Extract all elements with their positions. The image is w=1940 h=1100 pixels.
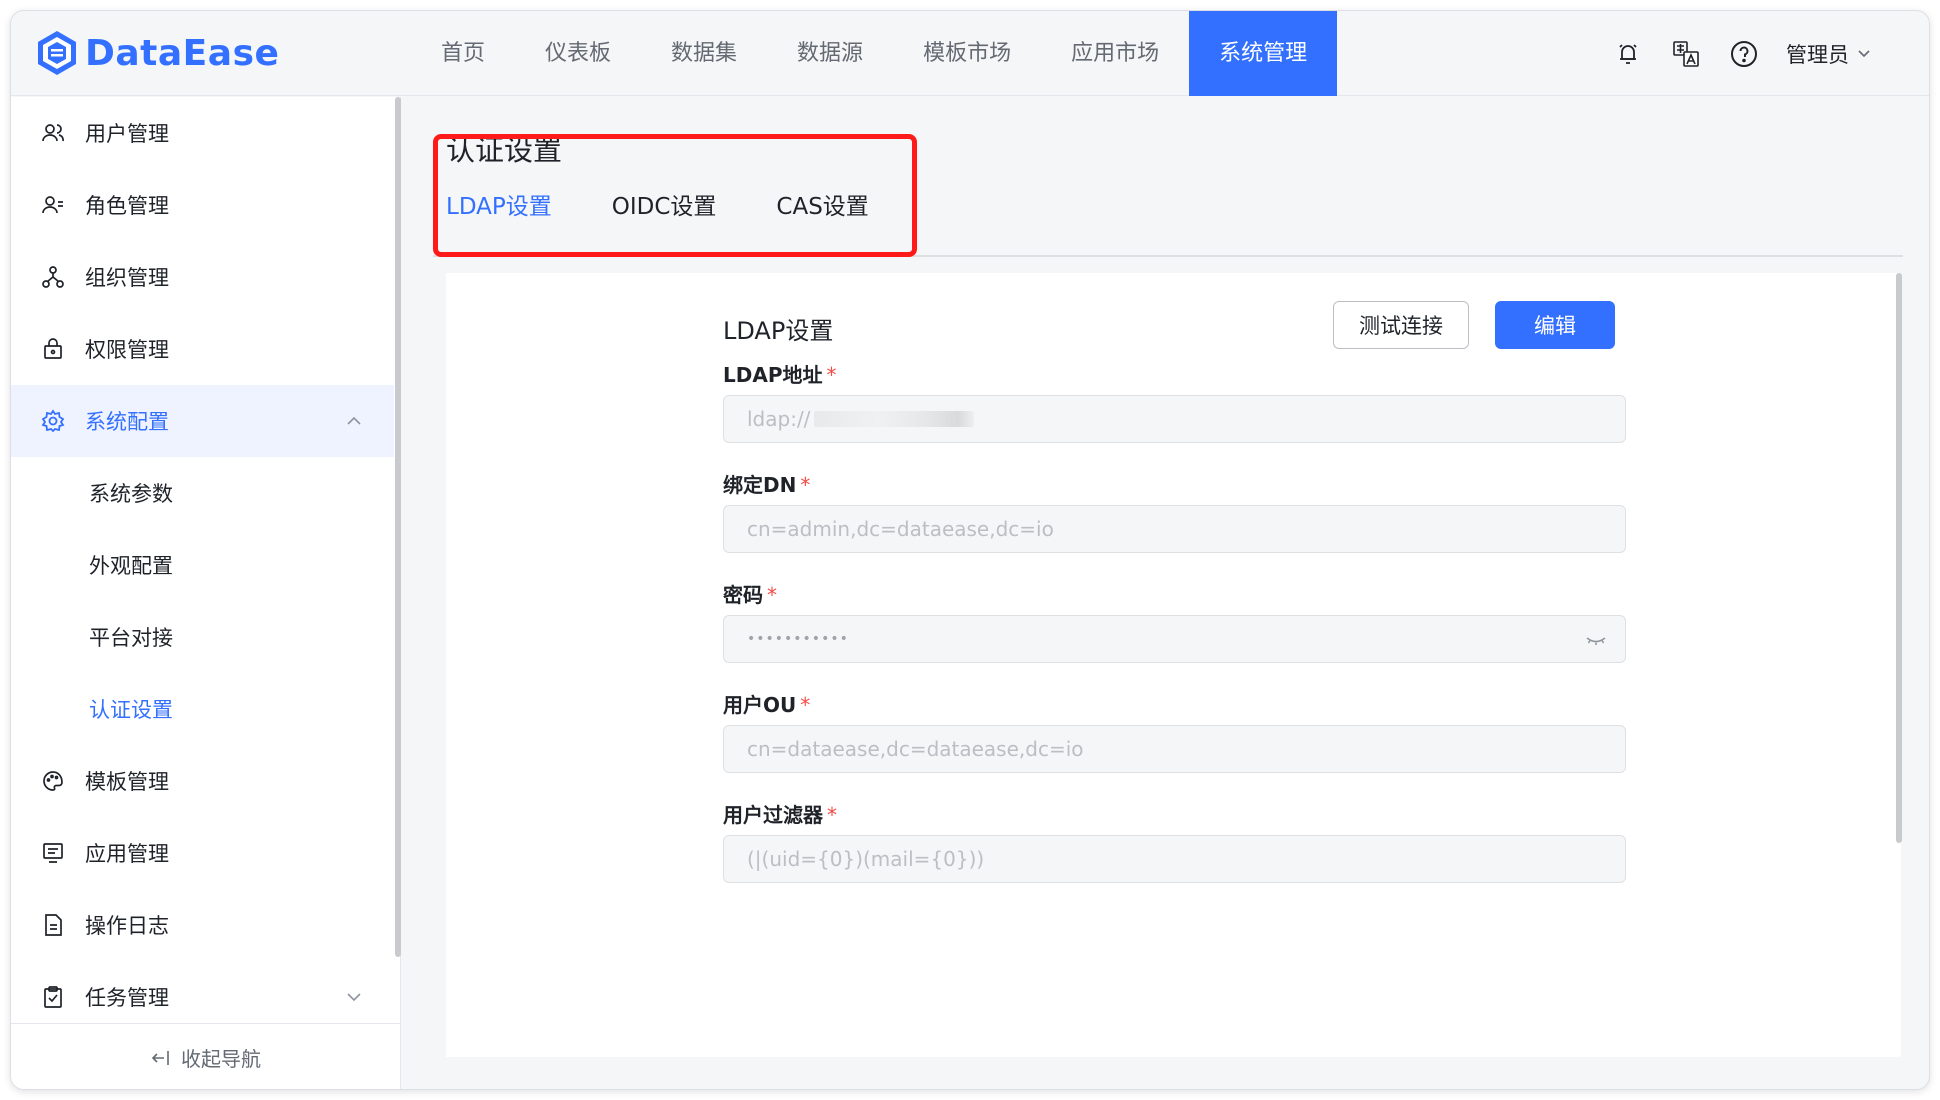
clipboard-icon <box>44 986 62 1008</box>
sidebar-item-app-management[interactable]: 应用管理 <box>11 817 394 889</box>
sidebar-item-operation-log[interactable]: 操作日志 <box>11 889 394 961</box>
nav-datasource[interactable]: 数据源 <box>767 11 893 96</box>
user-ou-input[interactable]: cn=dataease,dc=dataease,dc=io <box>723 725 1626 773</box>
main-nav: 首页 仪表板 数据集 数据源 模板市场 应用市场 系统管理 <box>411 11 1338 96</box>
chevron-down-icon <box>1858 49 1870 57</box>
dataease-logo-icon <box>38 31 76 75</box>
chevron-down-icon <box>347 993 361 1002</box>
header-actions: 管理员 <box>1612 11 1871 96</box>
password-input[interactable]: ••••••••••• <box>723 615 1626 663</box>
top-header: DataEase 首页 仪表板 数据集 数据源 模板市场 应用市场 系统管理 管… <box>11 11 1929 96</box>
org-icon <box>42 266 64 288</box>
ldap-address-input[interactable]: ldap:// <box>723 395 1626 443</box>
help-icon[interactable] <box>1728 38 1760 70</box>
user-ou-label: 用户OU * <box>723 693 811 717</box>
nav-dashboard[interactable]: 仪表板 <box>515 11 641 96</box>
sidebar-subitem-system-params[interactable]: 系统参数 <box>11 457 394 529</box>
sidebar-item-template-management[interactable]: 模板管理 <box>11 745 394 817</box>
user-icon <box>42 124 64 142</box>
sidebar-subitem-auth-settings[interactable]: 认证设置 <box>11 673 394 745</box>
logo[interactable]: DataEase <box>35 25 279 81</box>
bind-dn-label: 绑定DN * <box>723 473 811 497</box>
monitor-icon <box>43 843 63 863</box>
ldap-address-label: LDAP地址 * <box>723 363 837 387</box>
gear-icon <box>41 409 65 433</box>
log-icon <box>45 914 62 936</box>
sidebar: 用户管理 角色管理 组织管理 权限管理 系统配置 系统参数 外观配置 平台对接 … <box>11 97 401 1089</box>
tab-oidc[interactable]: OIDC设置 <box>612 187 717 227</box>
nav-dataset[interactable]: 数据集 <box>641 11 767 96</box>
eye-hidden-icon[interactable] <box>1585 630 1607 650</box>
main-content: 认证设置 LDAP设置 OIDC设置 CAS设置 LDAP设置 测试连接 编辑 … <box>401 97 1929 1089</box>
lock-icon <box>44 338 62 359</box>
form-scrollbar[interactable] <box>1896 273 1902 843</box>
bell-icon[interactable] <box>1612 38 1644 70</box>
user-filter-label: 用户过滤器 * <box>723 803 837 827</box>
user-filter-input[interactable]: (|(uid={0})(mail={0})) <box>723 835 1626 883</box>
sidebar-item-role-management[interactable]: 角色管理 <box>11 169 394 241</box>
redacted-blur <box>814 411 975 427</box>
nav-home[interactable]: 首页 <box>411 11 515 96</box>
form-title: LDAP设置 <box>723 317 834 345</box>
sidebar-subitem-appearance[interactable]: 外观配置 <box>11 529 394 601</box>
collapse-label: 收起导航 <box>181 1047 261 1071</box>
sidebar-item-system-config[interactable]: 系统配置 <box>11 385 394 457</box>
collapse-nav-button[interactable]: 收起导航 <box>11 1023 401 1089</box>
translate-icon[interactable] <box>1670 38 1702 70</box>
sidebar-item-org-management[interactable]: 组织管理 <box>11 241 394 313</box>
tab-divider <box>433 255 1903 257</box>
test-connection-button[interactable]: 测试连接 <box>1333 301 1469 349</box>
password-label: 密码 * <box>723 583 777 607</box>
logo-text: DataEase <box>85 32 280 74</box>
app-window: DataEase 首页 仪表板 数据集 数据源 模板市场 应用市场 系统管理 管… <box>10 10 1930 1090</box>
edit-button[interactable]: 编辑 <box>1495 301 1615 349</box>
role-icon <box>42 196 63 214</box>
nav-template-market[interactable]: 模板市场 <box>893 11 1041 96</box>
ldap-form-card: LDAP设置 测试连接 编辑 LDAP地址 * ldap:// 绑定DN * cn=… <box>446 273 1901 1057</box>
user-menu[interactable]: 管理员 <box>1786 39 1871 69</box>
chevron-up-icon <box>347 416 361 425</box>
sidebar-item-user-management[interactable]: 用户管理 <box>11 97 394 169</box>
user-name: 管理员 <box>1786 42 1849 67</box>
bind-dn-input[interactable]: cn=admin,dc=dataease,dc=io <box>723 505 1626 553</box>
nav-system-management[interactable]: 系统管理 <box>1189 11 1338 96</box>
page-title: 认证设置 <box>446 133 563 167</box>
sidebar-item-permission-management[interactable]: 权限管理 <box>11 313 394 385</box>
collapse-icon <box>151 1050 169 1065</box>
nav-app-market[interactable]: 应用市场 <box>1041 11 1189 96</box>
tab-ldap[interactable]: LDAP设置 <box>446 187 552 227</box>
auth-tabs: LDAP设置 OIDC设置 CAS设置 <box>446 187 869 233</box>
sidebar-subitem-platform[interactable]: 平台对接 <box>11 601 394 673</box>
tab-cas[interactable]: CAS设置 <box>776 187 868 227</box>
palette-icon <box>43 771 63 791</box>
